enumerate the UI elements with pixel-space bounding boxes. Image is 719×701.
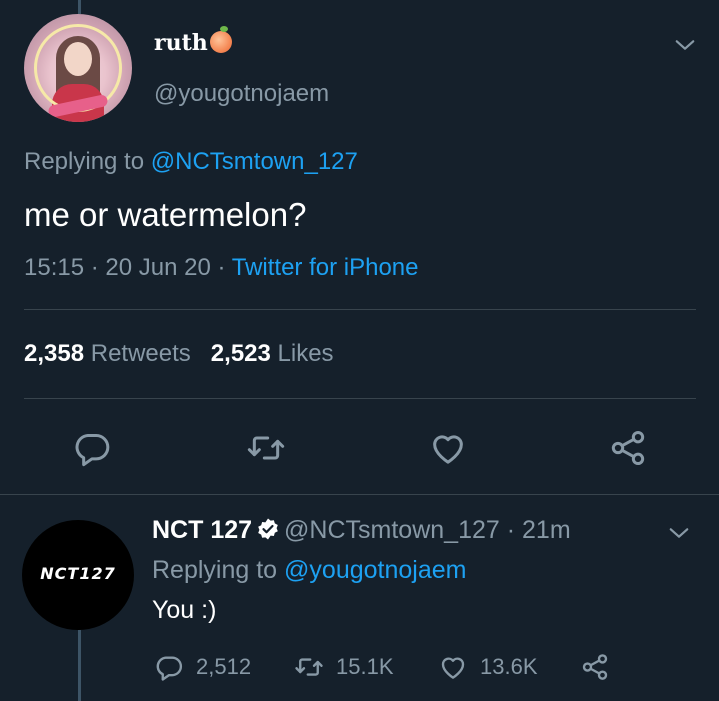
like-icon[interactable] xyxy=(428,428,468,468)
replying-label: Replying to xyxy=(152,556,278,584)
avatar-ruth[interactable] xyxy=(24,14,132,122)
meta-separator: · xyxy=(90,254,99,281)
reply-retweet-button[interactable]: 15.1K xyxy=(294,650,394,684)
divider xyxy=(24,309,696,310)
reply-author-handle[interactable]: @NCTsmtown_127 xyxy=(284,516,500,544)
meta-separator: · xyxy=(217,254,226,281)
tweet-time[interactable]: 15:15 xyxy=(24,254,84,281)
reply-header: NCT 127 @NCTsmtown_127 · 21m xyxy=(152,516,571,545)
replying-label: Replying to xyxy=(24,148,145,175)
retweets-count: 2,358 xyxy=(24,340,85,367)
share-icon[interactable] xyxy=(608,428,648,468)
share-icon xyxy=(582,654,608,680)
reply-count: 2,512 xyxy=(196,654,252,679)
peach-emoji-icon xyxy=(209,26,232,53)
replying-to-link[interactable]: @yougotnojaem xyxy=(284,556,466,584)
chevron-down-icon[interactable] xyxy=(674,34,696,56)
reply-reply-button[interactable]: 2,512 xyxy=(154,650,251,684)
likes-count: 2,523 xyxy=(210,340,271,367)
likes-label: Likes xyxy=(277,340,334,367)
tweet-client-link[interactable]: Twitter for iPhone xyxy=(232,254,419,281)
divider xyxy=(24,398,696,399)
reply-age[interactable]: 21m xyxy=(522,516,571,544)
like-count: 13.6K xyxy=(480,654,538,679)
retweets-stat[interactable]: 2,358 Retweets xyxy=(24,340,191,367)
retweet-icon[interactable] xyxy=(246,428,286,468)
likes-stat[interactable]: 2,523 Likes xyxy=(211,340,334,367)
author-name[interactable]: ruth xyxy=(154,26,232,56)
thread-line-bottom xyxy=(78,630,81,701)
reply-icon[interactable] xyxy=(72,428,112,468)
replying-to-line: Replying to @NCTsmtown_127 xyxy=(24,148,358,176)
like-icon xyxy=(441,657,465,679)
tweet-date[interactable]: 20 Jun 20 xyxy=(105,254,210,281)
replying-to-link[interactable]: @NCTsmtown_127 xyxy=(151,148,358,175)
reply-share-button[interactable] xyxy=(580,650,622,684)
tweet-text: me or watermelon? xyxy=(24,196,307,233)
reply-replying-to-line: Replying to @yougotnojaem xyxy=(152,556,466,585)
retweet-icon xyxy=(295,658,323,676)
reply-author-name[interactable]: NCT 127 xyxy=(152,516,252,544)
tweet-detail-page: ruth @yougotnojaem Replying to @NCTsmtow… xyxy=(0,0,719,701)
retweets-label: Retweets xyxy=(90,340,191,367)
chevron-down-icon[interactable] xyxy=(668,522,690,544)
reply-text: You :) xyxy=(152,596,217,624)
reply-like-button[interactable]: 13.6K xyxy=(438,650,538,684)
tweet-meta: 15:15 · 20 Jun 20 · Twitter for iPhone xyxy=(24,254,418,282)
retweet-count: 15.1K xyxy=(336,654,394,679)
nct127-logo: NCT127 xyxy=(40,564,116,583)
author-name-text[interactable]: ruth xyxy=(154,30,208,56)
reply-icon xyxy=(156,656,183,681)
verified-badge-icon xyxy=(258,518,278,540)
reply-separator: · xyxy=(506,516,516,544)
avatar-nct127[interactable]: NCT127 xyxy=(22,520,134,630)
divider xyxy=(0,494,719,495)
thread-line-top xyxy=(78,0,81,14)
author-handle[interactable]: @yougotnojaem xyxy=(154,80,329,108)
tweet-stats: 2,358 Retweets 2,523 Likes xyxy=(24,340,334,368)
